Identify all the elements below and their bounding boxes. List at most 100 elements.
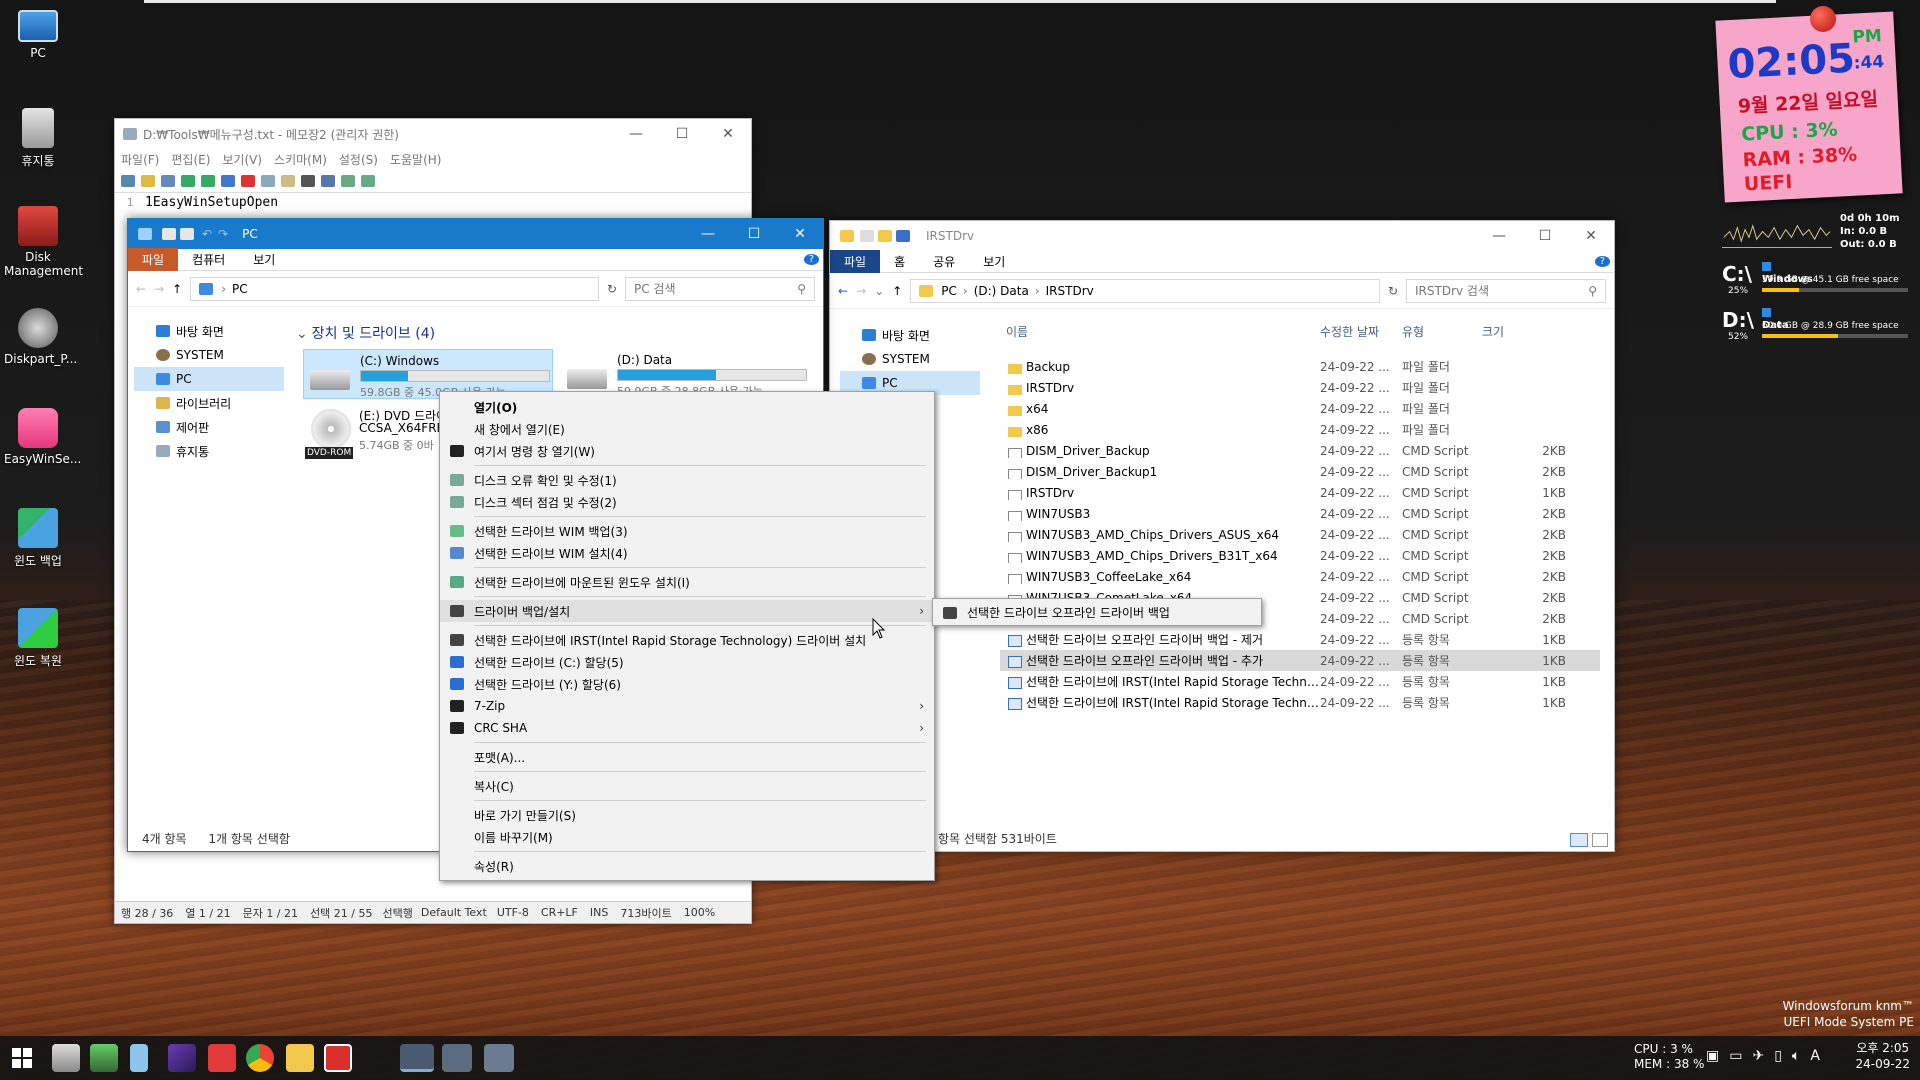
search-input[interactable]: PC 검색 ⚲: [625, 276, 815, 301]
file-row[interactable]: x86 24-09-22 ... 파일 폴더: [1000, 419, 1600, 440]
context-menu-item[interactable]: 선택한 드라이브 WIM 백업(3): [440, 520, 934, 542]
editor-line[interactable]: 1 1EasyWinSetupOpen: [115, 193, 751, 211]
taskbar-terminal-icon[interactable]: [168, 1044, 196, 1072]
submenu-offline-driver-backup[interactable]: 선택한 드라이브 오프라인 드라이버 백업: [932, 598, 1262, 626]
ribbon-tab-home[interactable]: 홈: [880, 250, 919, 273]
context-menu-item[interactable]: 포맷(A)...: [440, 746, 934, 768]
back-icon[interactable]: ←: [136, 282, 146, 296]
up-icon[interactable]: ↑: [892, 284, 902, 298]
ribbon-tab-view[interactable]: 보기: [239, 248, 289, 271]
help-icon[interactable]: ?: [803, 254, 819, 265]
properties-icon[interactable]: [860, 230, 874, 242]
up-icon[interactable]: ↑: [172, 282, 182, 296]
nav-item-system[interactable]: SYSTEM: [840, 347, 980, 371]
ribbon-tab-share[interactable]: 공유: [919, 250, 969, 273]
desktop-icon-easywinsetup[interactable]: EasyWinSe...: [4, 408, 81, 466]
context-menu-item[interactable]: 선택한 드라이브에 마운트된 윈도우 설치(I): [440, 571, 934, 593]
context-menu-item[interactable]: 디스크 섹터 점검 및 수정(2): [440, 491, 934, 513]
context-menu-item[interactable]: 여기서 명령 창 열기(W): [440, 440, 934, 462]
refresh-icon[interactable]: ↻: [1388, 284, 1398, 298]
redo-icon[interactable]: [201, 174, 215, 187]
minimize-button[interactable]: —: [685, 226, 731, 242]
notepad-titlebar[interactable]: D:₩Tools₩메뉴구성.txt - 메모장2 (관리자 권한) — ☐ ✕: [115, 119, 751, 149]
close-button[interactable]: ✕: [705, 126, 751, 142]
ribbon-tab-file[interactable]: 파일: [128, 248, 179, 271]
taskbar-drive-icon[interactable]: [52, 1044, 80, 1072]
file-row[interactable]: WIN7USB3_AMD_Chips_Drivers_ASUS_x64 24-09…: [1000, 524, 1600, 545]
network-icon[interactable]: ▭: [1729, 1048, 1742, 1064]
context-menu-item[interactable]: 이름 바꾸기(M): [440, 826, 934, 848]
volume-icon[interactable]: 🔈︎: [1792, 1048, 1800, 1064]
maximize-button[interactable]: ☐: [731, 226, 777, 242]
desktop-icon-windows-restore[interactable]: 윈도 복원: [4, 608, 72, 669]
search-input[interactable]: IRSTDrv 검색 ⚲: [1406, 278, 1606, 303]
context-menu-item[interactable]: 디스크 오류 확인 및 수정(1): [440, 469, 934, 491]
nav-item-control-panel[interactable]: 제어판: [134, 415, 284, 439]
nav-item-recycle-bin[interactable]: 휴지통: [134, 439, 284, 463]
menu-edit[interactable]: 편집(E): [165, 151, 216, 168]
minimize-button[interactable]: —: [1476, 228, 1522, 244]
context-menu-item[interactable]: 선택한 드라이브에 IRST(Intel Rapid Storage Techn…: [440, 629, 934, 651]
menu-scheme[interactable]: 스키마(M): [268, 151, 333, 168]
ime-indicator[interactable]: A: [1810, 1048, 1820, 1064]
ribbon-tab-view[interactable]: 보기: [969, 250, 1019, 273]
close-button[interactable]: ✕: [777, 226, 823, 242]
breadcrumb[interactable]: › PC: [190, 276, 599, 301]
context-menu-item[interactable]: 선택한 드라이브 (C:) 할당(5): [440, 651, 934, 673]
taskbar-power-icon[interactable]: [324, 1044, 352, 1072]
undo-icon[interactable]: [896, 230, 910, 242]
start-button[interactable]: [8, 1044, 36, 1072]
forward-icon[interactable]: →: [154, 282, 164, 296]
tray-app-icon[interactable]: ▣: [1706, 1048, 1719, 1064]
menu-file[interactable]: 파일(F): [115, 151, 165, 168]
desktop-icon-pc[interactable]: PC: [4, 10, 72, 60]
file-row[interactable]: WIN7USB3_AMD_Chips_Drivers_B31T_x64 24-09…: [1000, 545, 1600, 566]
breadcrumb-pc[interactable]: PC: [941, 284, 957, 298]
file-row[interactable]: WIN7USB3 24-09-22 ... CMD Script 2KB: [1000, 503, 1600, 524]
maximize-button[interactable]: ☐: [1522, 228, 1568, 244]
desktop-icon-diskpart[interactable]: Diskpart_P...: [4, 308, 77, 366]
minimize-button[interactable]: —: [613, 126, 659, 142]
taskbar-notepad2-icon[interactable]: [442, 1044, 472, 1072]
col-name[interactable]: 이름: [1000, 323, 1320, 340]
col-type[interactable]: 유형: [1402, 323, 1482, 340]
zoom-out-icon[interactable]: [361, 174, 375, 187]
taskbar-notepad-icon[interactable]: [130, 1044, 148, 1072]
context-menu-item[interactable]: 선택한 드라이브 WIM 설치(4): [440, 542, 934, 564]
properties-icon[interactable]: [162, 228, 176, 240]
context-menu-item[interactable]: 7-Zip ›: [440, 695, 934, 717]
new-folder-icon[interactable]: [878, 230, 892, 242]
replace-icon[interactable]: [321, 174, 335, 187]
taskbar-chrome-icon[interactable]: [246, 1044, 274, 1072]
desktop-icon-windows-backup[interactable]: 윈도 백업: [4, 508, 72, 569]
menu-help[interactable]: 도움말(H): [384, 151, 448, 168]
refresh-icon[interactable]: ↻: [607, 282, 617, 296]
context-menu-item[interactable]: 드라이버 백업/설치 ›: [440, 600, 934, 622]
col-date[interactable]: 수정한 날짜: [1320, 323, 1402, 340]
file-row[interactable]: Backup 24-09-22 ... 파일 폴더: [1000, 356, 1600, 377]
context-menu-item[interactable]: 속성(R): [440, 855, 934, 877]
help-icon[interactable]: ?: [1594, 256, 1610, 267]
close-button[interactable]: ✕: [1568, 228, 1614, 244]
forward-icon[interactable]: →: [856, 284, 866, 298]
nav-item-system[interactable]: SYSTEM: [134, 343, 284, 367]
taskbar-network-icon[interactable]: [90, 1044, 118, 1072]
desktop-icon-disk-management[interactable]: Disk Management: [4, 206, 83, 278]
nav-item-desktop[interactable]: 바탕 화면: [134, 319, 284, 343]
nav-item-libraries[interactable]: 라이브러리: [134, 391, 284, 415]
undo-icon[interactable]: ↶: [202, 227, 212, 241]
new-folder-icon[interactable]: [180, 228, 194, 240]
ribbon-tab-file[interactable]: 파일: [830, 250, 881, 273]
breadcrumb-data[interactable]: (D:) Data: [974, 284, 1029, 298]
context-menu-item[interactable]: CRC SHA ›: [440, 717, 934, 739]
file-row[interactable]: 선택한 드라이브 오프라인 드라이버 백업 - 추가 24-09-22 ... 등록…: [1000, 650, 1600, 671]
breadcrumb-pc[interactable]: PC: [232, 282, 248, 296]
zoom-in-icon[interactable]: [341, 174, 355, 187]
taskbar-folder-icon[interactable]: [286, 1044, 314, 1072]
file-row[interactable]: 선택한 드라이브 오프라인 드라이버 백업 - 제거 24-09-22 ... 등록…: [1000, 629, 1600, 650]
file-row[interactable]: WIN7USB3_CoffeeLake_x64 24-09-22 ... CMD S…: [1000, 566, 1600, 587]
context-menu-item[interactable]: 바로 가기 만들기(S): [440, 804, 934, 826]
copy-icon[interactable]: [261, 174, 275, 187]
tray-clock[interactable]: 오후 2:05 24-09-22: [1856, 1040, 1910, 1072]
back-icon[interactable]: ←: [838, 284, 848, 298]
